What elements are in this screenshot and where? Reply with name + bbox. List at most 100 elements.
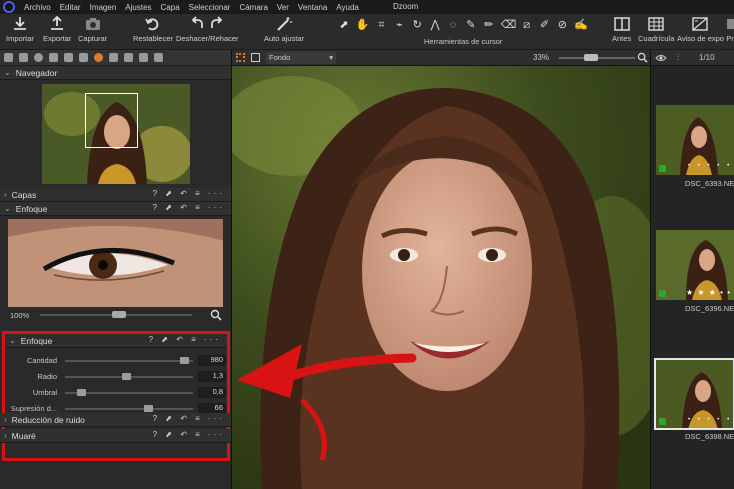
navigator-thumbnail[interactable] <box>41 84 190 184</box>
viewer-zoom-knob[interactable] <box>584 54 598 61</box>
loupe-icon[interactable] <box>210 309 222 321</box>
noise-reduction-header[interactable]: › Reducción de ruido ? ⬈ ↶ ≡ ··· <box>0 413 231 427</box>
slider-track[interactable] <box>65 360 193 362</box>
multi-view-icon[interactable] <box>236 53 245 62</box>
slider-label: Radio <box>37 372 57 381</box>
auto-adjust-button[interactable]: Auto ajustar <box>264 16 304 43</box>
filter-icon[interactable]: ⫶ <box>677 52 679 63</box>
sharpening-header[interactable]: ⌄ Enfoque ? ⬈ ↶ ≡ ··· <box>5 334 227 348</box>
focus-actions[interactable]: ? ⬈ ↶ ≡ ··· <box>153 203 225 212</box>
grid-button[interactable]: Cuadrícula <box>638 16 674 43</box>
noise-reduction-title: Reducción de ruido <box>11 414 85 425</box>
before-button[interactable]: Antes <box>612 16 631 43</box>
moire-header[interactable]: › Muaré ? ⬈ ↶ ≡ ··· <box>0 429 231 443</box>
thumbnail-3-selected[interactable]: • • • • • <box>654 358 734 430</box>
slider-value[interactable]: 0,8 <box>198 387 226 398</box>
output-tab-icon[interactable] <box>124 53 133 62</box>
moire-actions[interactable]: ? ⬈ ↶ ≡ ··· <box>153 430 225 439</box>
picker-icon[interactable]: ✎ <box>465 18 477 32</box>
capture-button[interactable]: Capturar <box>78 16 107 43</box>
layers-header[interactable]: › Capas ? ⬈ ↶ ≡ ··· <box>0 188 231 202</box>
gradient-icon[interactable]: ⧄ <box>521 18 533 32</box>
truncated-button[interactable]: Pr <box>726 16 734 43</box>
menu-seleccionar[interactable]: Seleccionar <box>189 3 231 12</box>
batch-tab-icon[interactable] <box>139 53 148 62</box>
focus-zoom-knob[interactable] <box>112 311 126 318</box>
color-tag-badge[interactable] <box>659 290 666 297</box>
rating-dots[interactable]: • • • • • <box>688 163 732 169</box>
export-button[interactable]: Exportar <box>43 16 71 43</box>
slider-label: Cantidad <box>26 356 57 365</box>
menu-ajustes[interactable]: Ajustes <box>125 3 151 12</box>
metadata-star-tab-icon[interactable] <box>109 53 118 62</box>
clone-icon[interactable]: ✐ <box>539 18 551 32</box>
adjust-tab-icon[interactable] <box>79 53 88 62</box>
menu-camara[interactable]: Cámara <box>239 3 267 12</box>
undo-redo-label: Deshacer/Rehacer <box>176 34 239 43</box>
menu-ayuda[interactable]: Ayuda <box>336 3 359 12</box>
rating-dots[interactable]: • • • • • <box>688 417 732 423</box>
menu-ventana[interactable]: Ventana <box>298 3 327 12</box>
rotate-icon[interactable]: ↻ <box>411 18 423 32</box>
slider-value[interactable]: 1,3 <box>198 371 226 382</box>
spot-removal-icon[interactable]: ◌ <box>447 18 459 32</box>
noise-reduction-actions[interactable]: ? ⬈ ↶ ≡ ··· <box>153 414 225 423</box>
sharpening-actions[interactable]: ? ⬈ ↶ ≡ ··· <box>149 335 221 344</box>
navigator-header[interactable]: ⌄ Navegador <box>0 66 231 80</box>
folder-tab-icon[interactable] <box>4 53 13 62</box>
menu-imagen[interactable]: Imagen <box>90 3 117 12</box>
slider-knob[interactable] <box>122 373 132 380</box>
before-label: Antes <box>612 34 632 43</box>
menu-capa[interactable]: Capa <box>161 3 180 12</box>
eraser-icon[interactable]: ⌫ <box>501 18 517 32</box>
settings-tab-icon[interactable] <box>154 53 163 62</box>
slider-knob[interactable] <box>76 389 86 396</box>
color-tag-badge[interactable] <box>659 418 666 425</box>
navigator-viewport-frame[interactable] <box>84 93 138 148</box>
brush-icon[interactable]: ✏ <box>483 18 495 32</box>
tool-panel: ⌄ Navegador › Capas ? ⬈ ↶ ≡ ··· ⌄ Enfoqu… <box>0 50 232 489</box>
details-tab-icon[interactable] <box>94 53 103 62</box>
slider-value[interactable]: 980 <box>198 355 226 366</box>
pan-hand-icon[interactable]: ✋ <box>356 18 370 32</box>
zoom-loupe-icon[interactable] <box>637 52 648 63</box>
straighten-icon[interactable]: ⌁ <box>393 18 405 32</box>
menu-editar[interactable]: Editar <box>60 3 81 12</box>
color-tab-icon[interactable] <box>49 53 58 62</box>
thumbnail-name: DSC_6398.NEF <box>685 432 734 441</box>
import-label: Importar <box>6 34 34 43</box>
keystone-icon[interactable]: ⋀ <box>429 18 441 32</box>
thumbnail-1[interactable]: • • • • • <box>656 105 734 175</box>
color-picker-icon[interactable]: ⊘ <box>556 18 568 32</box>
window-title: Dzoom <box>393 2 419 11</box>
menu-archivo[interactable]: Archivo <box>24 3 51 12</box>
capture-tab-icon[interactable] <box>19 53 28 62</box>
exposure-warning-button[interactable]: Aviso de expo <box>677 16 724 43</box>
slider-track[interactable] <box>65 408 193 410</box>
crop-icon[interactable]: ⌗ <box>376 18 388 32</box>
import-button[interactable]: Importar <box>6 16 34 43</box>
annotate-icon[interactable]: ✍ <box>574 18 588 32</box>
navigator-box <box>0 80 231 188</box>
layer-select[interactable]: Fondo ▾ <box>266 52 336 64</box>
layers-actions[interactable]: ? ⬈ ↶ ≡ ··· <box>153 189 225 198</box>
magic-wand-icon <box>277 17 293 31</box>
menu-ver[interactable]: Ver <box>277 3 289 12</box>
rating-stars[interactable]: ★ ★ ★ • • <box>686 288 731 297</box>
lens-tab-icon[interactable] <box>34 53 43 62</box>
exposure-tab-icon[interactable] <box>64 53 73 62</box>
slider-knob[interactable] <box>180 357 190 364</box>
focus-title: Enfoque <box>15 203 48 214</box>
thumbnail-2[interactable]: ★ ★ ★ • • <box>656 230 734 300</box>
undo-redo-button[interactable]: Deshacer/Rehacer <box>176 16 239 43</box>
slider-knob[interactable] <box>143 405 153 412</box>
color-tag-badge[interactable] <box>659 165 666 172</box>
select-cursor-icon[interactable]: ⬈ <box>338 18 350 32</box>
slider-radio: Radio 1,3 <box>5 370 233 384</box>
single-view-icon[interactable] <box>251 53 260 62</box>
focus-preview[interactable] <box>8 219 223 307</box>
reset-button[interactable]: Restablecer <box>133 16 173 43</box>
focus-header[interactable]: ⌄ Enfoque ? ⬈ ↶ ≡ ··· <box>0 202 231 216</box>
browser-panel: ⫶ 1/10 • • • • • DSC_6393.NEF ★ ★ ★ • • … <box>650 50 734 489</box>
eye-icon[interactable] <box>655 53 667 63</box>
